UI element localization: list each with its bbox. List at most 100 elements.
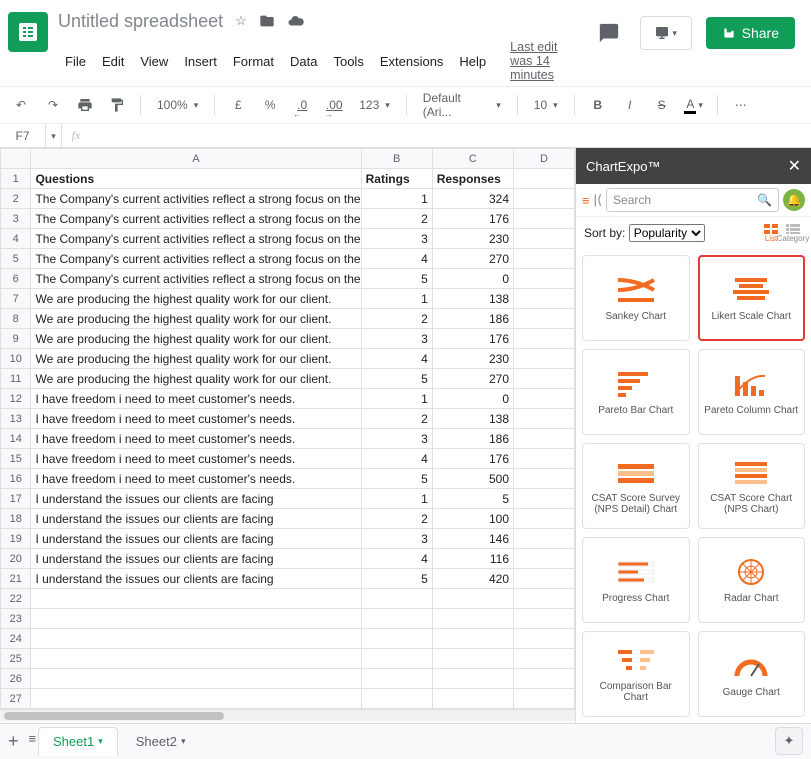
menu-insert[interactable]: Insert bbox=[177, 50, 224, 73]
star-icon[interactable]: ☆ bbox=[235, 13, 247, 29]
cell[interactable]: 3 bbox=[361, 429, 432, 449]
comments-icon[interactable] bbox=[592, 16, 626, 50]
cell[interactable]: I understand the issues our clients are … bbox=[31, 489, 361, 509]
cell[interactable]: Questions bbox=[31, 169, 361, 189]
chart-sankey[interactable]: Sankey Chart bbox=[582, 255, 690, 341]
cell[interactable]: I have freedom i need to meet customer's… bbox=[31, 409, 361, 429]
col-header-C[interactable]: C bbox=[432, 149, 513, 169]
cell[interactable] bbox=[514, 329, 575, 349]
cell[interactable] bbox=[514, 389, 575, 409]
search-input[interactable]: Search🔍 bbox=[606, 188, 779, 212]
name-box[interactable]: F7 bbox=[0, 124, 46, 147]
cell[interactable]: 5 bbox=[361, 369, 432, 389]
row-header[interactable]: 16 bbox=[1, 469, 31, 489]
cell[interactable]: 146 bbox=[432, 529, 513, 549]
last-edit[interactable]: Last edit was 14 minutes bbox=[503, 36, 581, 86]
cell[interactable]: 270 bbox=[432, 369, 513, 389]
cell[interactable]: 186 bbox=[432, 429, 513, 449]
row-header[interactable]: 1 bbox=[1, 169, 31, 189]
close-icon[interactable]: ✕ bbox=[788, 156, 801, 176]
cell[interactable]: I understand the issues our clients are … bbox=[31, 569, 361, 589]
row-header[interactable]: 10 bbox=[1, 349, 31, 369]
cell[interactable]: I understand the issues our clients are … bbox=[31, 529, 361, 549]
cell[interactable]: 0 bbox=[432, 389, 513, 409]
cell[interactable]: The Company's current activities reflect… bbox=[31, 209, 361, 229]
cell[interactable] bbox=[514, 509, 575, 529]
cell[interactable] bbox=[514, 409, 575, 429]
tab-sheet2[interactable]: Sheet2 ▾ bbox=[122, 727, 200, 756]
horizontal-scrollbar[interactable] bbox=[0, 709, 575, 721]
zoom-dropdown[interactable]: 100% bbox=[151, 98, 204, 112]
row-header[interactable]: 12 bbox=[1, 389, 31, 409]
cell[interactable]: 138 bbox=[432, 289, 513, 309]
cell[interactable]: 2 bbox=[361, 409, 432, 429]
chart-radar[interactable]: Radar Chart bbox=[698, 537, 806, 623]
cell[interactable]: 138 bbox=[432, 409, 513, 429]
row-header[interactable]: 20 bbox=[1, 549, 31, 569]
chart-prog[interactable]: Progress Chart bbox=[582, 537, 690, 623]
col-header-D[interactable]: D bbox=[514, 149, 575, 169]
cell[interactable]: 1 bbox=[361, 389, 432, 409]
row-header[interactable]: 13 bbox=[1, 409, 31, 429]
cell[interactable]: 4 bbox=[361, 549, 432, 569]
cell[interactable]: 176 bbox=[432, 209, 513, 229]
cell[interactable]: 420 bbox=[432, 569, 513, 589]
menu-tools[interactable]: Tools bbox=[326, 50, 370, 73]
col-header-B[interactable]: B bbox=[361, 149, 432, 169]
cell[interactable] bbox=[514, 189, 575, 209]
cell[interactable]: 5 bbox=[361, 269, 432, 289]
cell[interactable]: 1 bbox=[361, 489, 432, 509]
col-header-A[interactable]: A bbox=[31, 149, 361, 169]
menu-format[interactable]: Format bbox=[226, 50, 281, 73]
cell[interactable] bbox=[514, 369, 575, 389]
menu-icon[interactable]: ≡ bbox=[582, 193, 590, 208]
cell[interactable]: 4 bbox=[361, 449, 432, 469]
chart-pbar[interactable]: Pareto Bar Chart bbox=[582, 349, 690, 435]
cell[interactable]: 4 bbox=[361, 249, 432, 269]
menu-help[interactable]: Help bbox=[452, 50, 493, 73]
cell[interactable]: 2 bbox=[361, 209, 432, 229]
row-header[interactable]: 8 bbox=[1, 309, 31, 329]
row-header[interactable]: 11 bbox=[1, 369, 31, 389]
cell[interactable]: 3 bbox=[361, 229, 432, 249]
back-icon[interactable]: |⟨ bbox=[594, 192, 602, 208]
cell[interactable] bbox=[514, 309, 575, 329]
cell[interactable]: 230 bbox=[432, 349, 513, 369]
bold-button[interactable]: B bbox=[585, 92, 611, 118]
chart-csat2[interactable]: CSAT Score Chart (NPS Chart) bbox=[698, 443, 806, 529]
chart-gauge[interactable]: Gauge Chart bbox=[698, 631, 806, 717]
cell[interactable]: 1 bbox=[361, 289, 432, 309]
chart-csat1[interactable]: CSAT Score Survey (NPS Detail) Chart bbox=[582, 443, 690, 529]
chart-comp[interactable]: Comparison Bar Chart bbox=[582, 631, 690, 717]
cell[interactable] bbox=[514, 529, 575, 549]
share-button[interactable]: Share bbox=[706, 17, 795, 49]
cell[interactable]: Ratings bbox=[361, 169, 432, 189]
row-header[interactable]: 6 bbox=[1, 269, 31, 289]
cell[interactable]: The Company's current activities reflect… bbox=[31, 229, 361, 249]
paint-format-button[interactable] bbox=[104, 92, 130, 118]
cell[interactable] bbox=[514, 209, 575, 229]
row-header[interactable]: 21 bbox=[1, 569, 31, 589]
present-button[interactable]: ▾ bbox=[640, 16, 692, 50]
row-header[interactable]: 18 bbox=[1, 509, 31, 529]
redo-button[interactable]: ↷ bbox=[40, 92, 66, 118]
formula-input[interactable] bbox=[90, 124, 811, 147]
currency-button[interactable]: £ bbox=[225, 92, 251, 118]
row-header[interactable]: 22 bbox=[1, 589, 31, 609]
select-all-cell[interactable] bbox=[1, 149, 31, 169]
cell[interactable]: I understand the issues our clients are … bbox=[31, 509, 361, 529]
tab-dropdown-icon[interactable]: ▾ bbox=[98, 736, 103, 747]
cell[interactable] bbox=[514, 229, 575, 249]
tab-sheet1[interactable]: Sheet1 ▾ bbox=[38, 727, 118, 756]
font-dropdown[interactable]: Default (Ari... bbox=[417, 91, 507, 119]
cell[interactable]: We are producing the highest quality wor… bbox=[31, 309, 361, 329]
cell[interactable] bbox=[514, 549, 575, 569]
cell[interactable]: 5 bbox=[361, 469, 432, 489]
cell[interactable]: The Company's current activities reflect… bbox=[31, 189, 361, 209]
print-button[interactable] bbox=[72, 92, 98, 118]
chart-likert[interactable]: Likert Scale Chart bbox=[698, 255, 806, 341]
row-header[interactable]: 26 bbox=[1, 669, 31, 689]
name-box-dropdown[interactable]: ▾ bbox=[46, 124, 62, 147]
cloud-icon[interactable] bbox=[287, 12, 305, 30]
row-header[interactable]: 14 bbox=[1, 429, 31, 449]
